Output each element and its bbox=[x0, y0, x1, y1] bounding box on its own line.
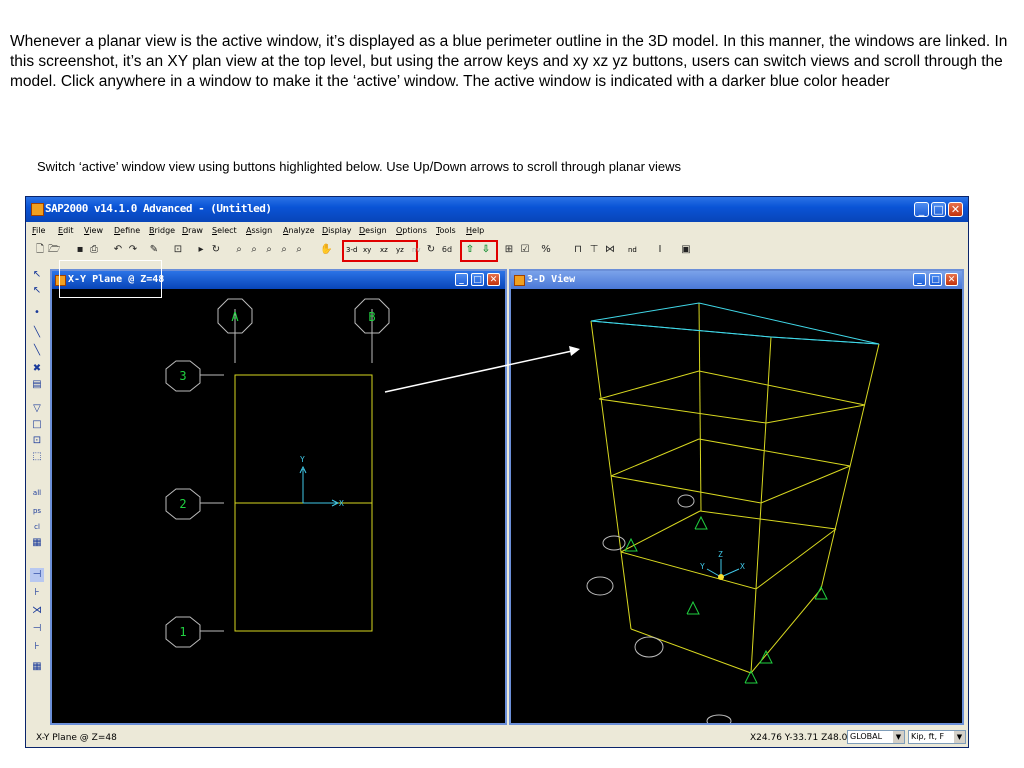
annotation-arrow bbox=[384, 346, 580, 393]
